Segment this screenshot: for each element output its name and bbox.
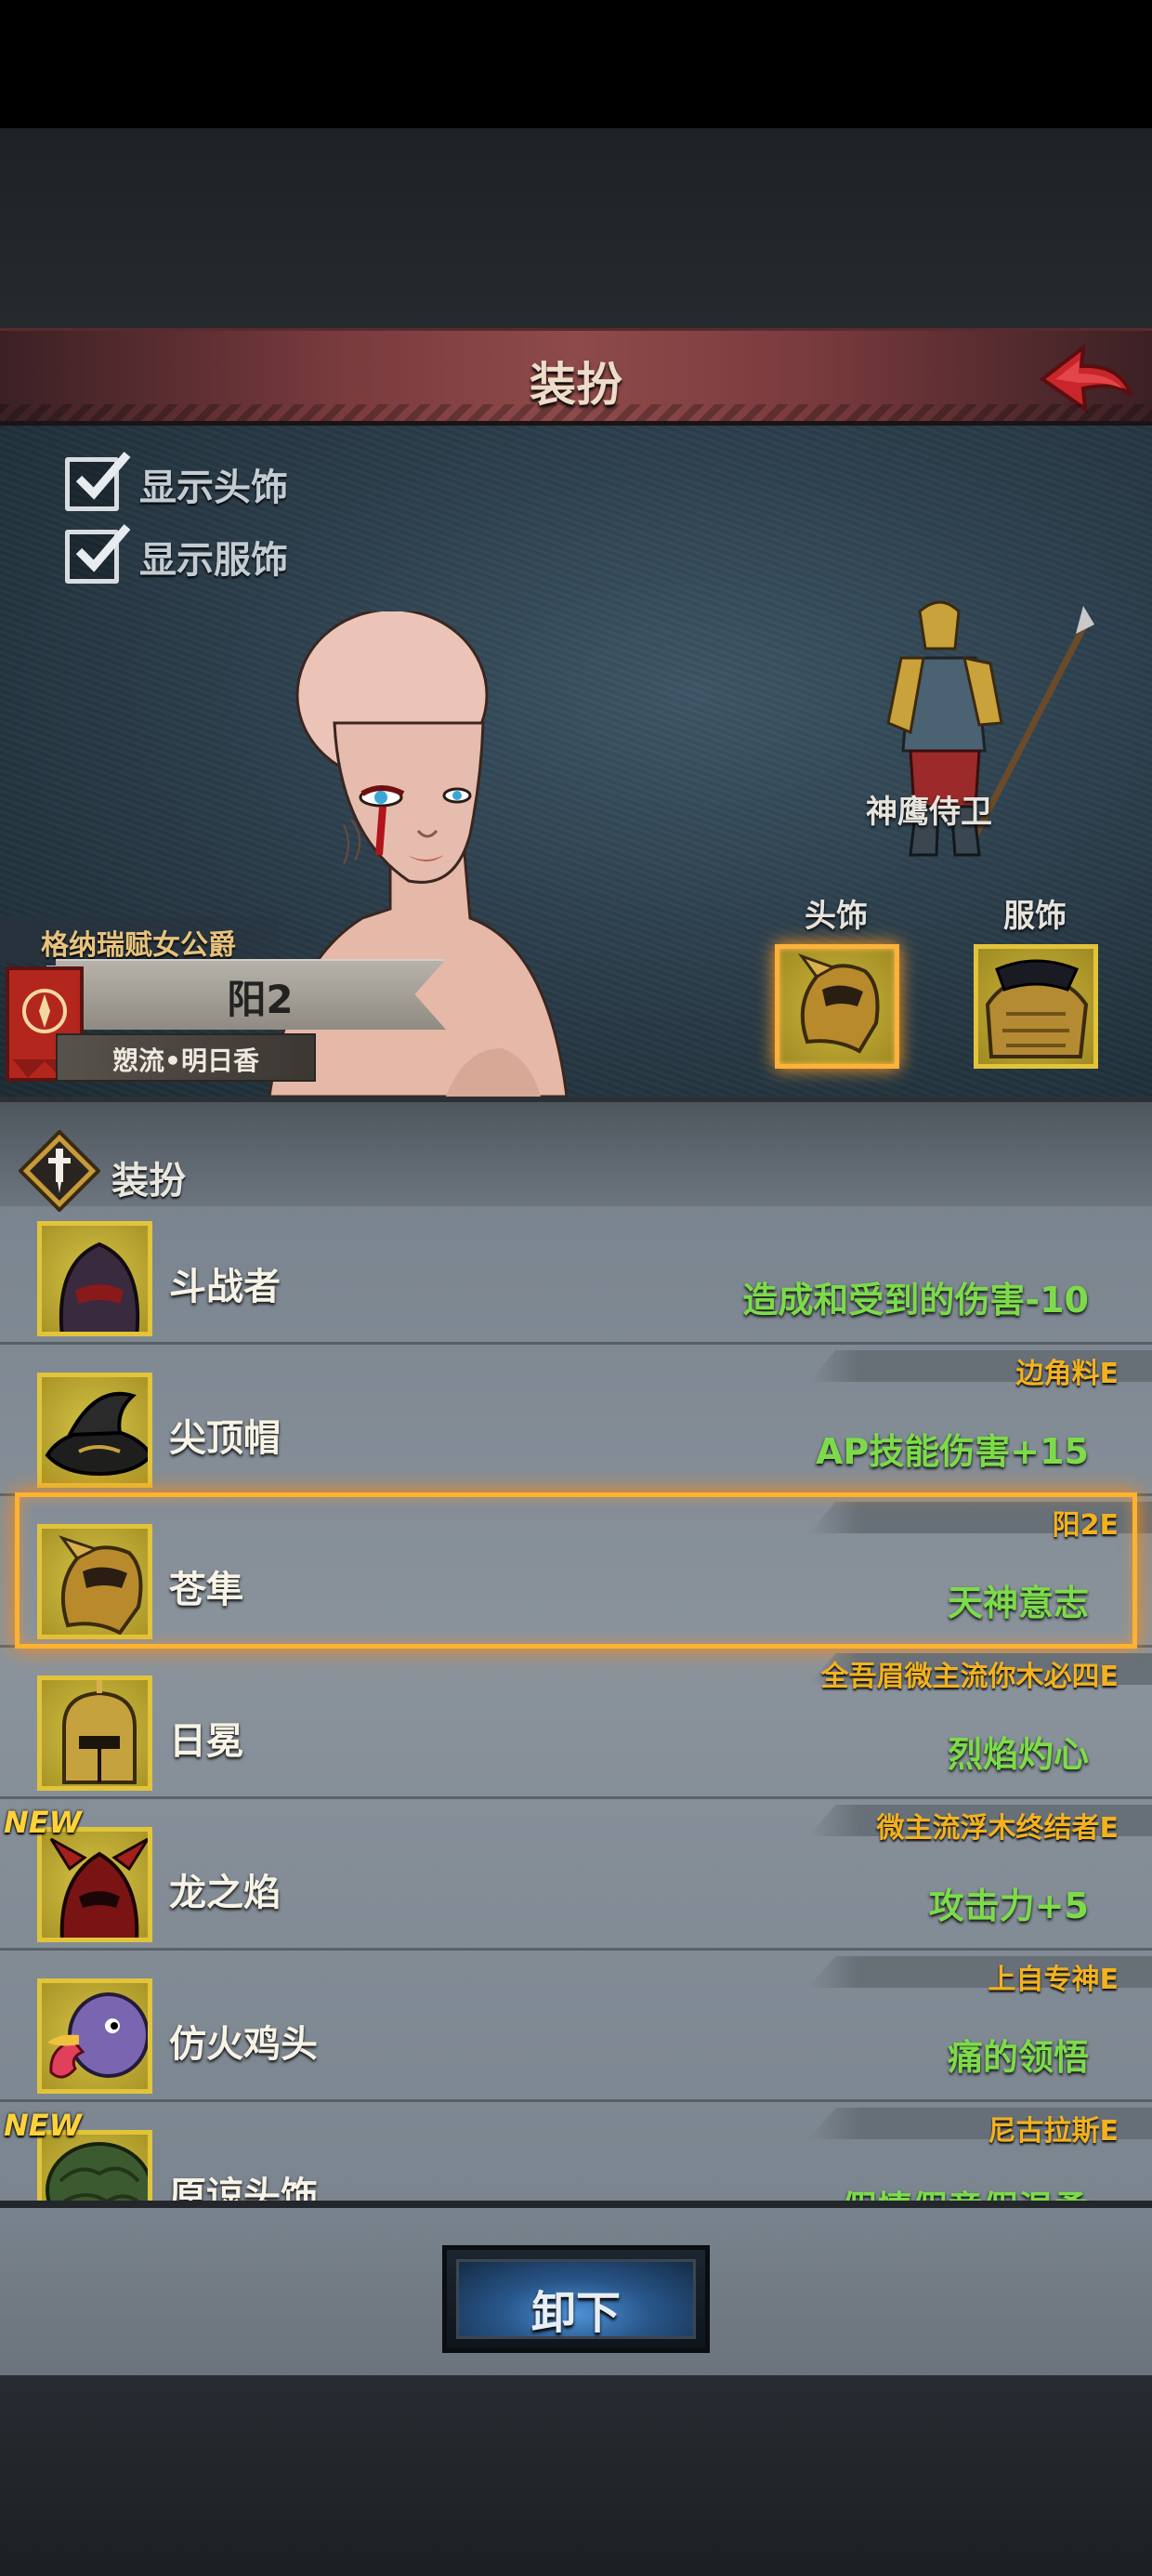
dark-helm-icon	[59, 1242, 140, 1332]
character-title: 格纳瑞赋女公爵	[0, 916, 279, 992]
unequip-label: 卸下	[530, 2287, 621, 2339]
costume-item-effect: 假情假意假温柔	[842, 2180, 1089, 2201]
new-badge: NEW	[4, 1805, 82, 1840]
costume-item-icon-frame	[37, 1827, 152, 1942]
costume-item-row[interactable]: 仿火鸡头 上自专神E 痛的领悟	[0, 1951, 1152, 2102]
slot-head-label: 头饰	[805, 898, 868, 935]
costume-item-row[interactable]: 斗战者 造成和受到的伤害-10	[0, 1193, 1152, 1345]
costume-item-row[interactable]: 日冕 全吾眉微主流你木必四E 烈焰灼心	[0, 1648, 1152, 1799]
checkbox	[65, 452, 131, 511]
costume-item-tag: 微主流浮木终结者E	[876, 1812, 1119, 1845]
game-screen: 装扮 显示头饰 显示服饰 神鹰侍卫 头饰 服饰 格纳瑞赋女公爵 阳2 愬流•明日…	[0, 0, 1152, 2576]
sun-helm-icon	[62, 1680, 137, 1784]
show-outfit-checkbox[interactable]: 显示服饰	[65, 524, 288, 587]
slot-outfit-label: 服饰	[1003, 898, 1067, 935]
back-arrow-icon	[1039, 343, 1133, 414]
costume-item-effect: AP技能伤害+15	[816, 1431, 1089, 1472]
turkey-head-icon	[47, 1992, 148, 2079]
costume-item-row[interactable]: 尖顶帽 边角料E AP技能伤害+15	[0, 1345, 1152, 1496]
slot-outfit[interactable]	[974, 944, 1098, 1069]
costume-item-tag: 上自专神E	[988, 1964, 1119, 1996]
unequip-button[interactable]: 卸下	[442, 2245, 710, 2353]
character-subname: 愬流•明日香	[112, 1045, 259, 1076]
costume-item-tag: 尼古拉斯E	[988, 2115, 1119, 2148]
costume-item-row[interactable]: 龙之焰 微主流浮木终结者E 攻击力+5 NEW	[0, 1799, 1152, 1951]
bottom-band	[0, 2375, 1152, 2576]
armor-outfit-icon	[985, 959, 1089, 1058]
costume-item-tag: 阳2E	[1052, 1509, 1119, 1542]
footer-bar: 卸下	[0, 2208, 1152, 2375]
costume-item-name: 原谅头饰	[169, 2175, 318, 2208]
back-button[interactable]	[1035, 338, 1137, 422]
costume-item-name: 仿火鸡头	[169, 2023, 318, 2066]
guard-name: 神鹰侍卫	[866, 794, 992, 831]
falcon-helm-icon	[59, 1535, 143, 1635]
slot-head[interactable]	[775, 944, 899, 1069]
costume-item-name: 尖顶帽	[169, 1417, 281, 1460]
costume-item-effect: 痛的领悟	[947, 2037, 1089, 2078]
green-hat-icon	[46, 2142, 148, 2201]
show-outfit-label: 显示服饰	[139, 539, 288, 582]
costume-list-panel: 装扮 斗战者 造成和受到的伤害-10 尖顶帽 边角料E AP技能伤害+15 苍隼 阳2E 天神…	[0, 1097, 1152, 2208]
checkmark-icon	[75, 452, 131, 500]
costume-item-icon-frame	[37, 1978, 152, 2094]
costume-item-effect: 天神意志	[947, 1583, 1089, 1623]
character-title-text: 格纳瑞赋女公爵	[41, 929, 236, 962]
new-badge: NEW	[4, 2108, 82, 2143]
list-header: 装扮	[0, 1102, 1152, 1212]
falcon-helm-icon	[797, 953, 880, 1054]
costume-item-tag: 边角料E	[1015, 1358, 1119, 1390]
costume-item-row[interactable]: 苍隼 阳2E 天神意志	[0, 1492, 1152, 1649]
costume-item-effect: 烈焰灼心	[947, 1734, 1089, 1775]
costume-item-icon-frame	[37, 1373, 152, 1488]
preview-panel: 显示头饰 显示服饰 神鹰侍卫 头饰 服饰 格纳瑞赋女公爵 阳2 愬流•明日香	[0, 426, 1152, 1097]
costume-item-icon-frame	[37, 1676, 152, 1791]
costume-item-name: 日冕	[169, 1720, 243, 1763]
costume-item-row[interactable]: 原谅头饰 尼古拉斯E 假情假意假温柔 NEW	[0, 2102, 1152, 2208]
pointed-hat-icon	[45, 1391, 148, 1477]
costume-item-tag: 全吾眉微主流你木必四E	[820, 1661, 1119, 1693]
page-title: 装扮	[530, 358, 622, 412]
top-band	[0, 128, 1152, 328]
show-headwear-checkbox[interactable]: 显示头饰	[65, 452, 288, 515]
costume-item-icon-frame	[37, 1221, 152, 1336]
costume-item-name: 龙之焰	[169, 1872, 281, 1914]
costume-item-name: 斗战者	[169, 1266, 281, 1308]
show-headwear-label: 显示头饰	[139, 467, 288, 509]
dragon-helm-icon	[49, 1837, 148, 1938]
checkbox	[65, 524, 131, 584]
character-name: 阳2	[227, 977, 294, 1022]
costume-item-effect: 造成和受到的伤害-10	[742, 1280, 1089, 1321]
costume-item-effect: 攻击力+5	[928, 1886, 1089, 1926]
header-bar: 装扮	[0, 328, 1152, 426]
checkmark-icon	[75, 524, 131, 572]
costume-item-name: 苍隼	[169, 1569, 243, 1611]
costume-item-icon-frame	[37, 1524, 152, 1639]
